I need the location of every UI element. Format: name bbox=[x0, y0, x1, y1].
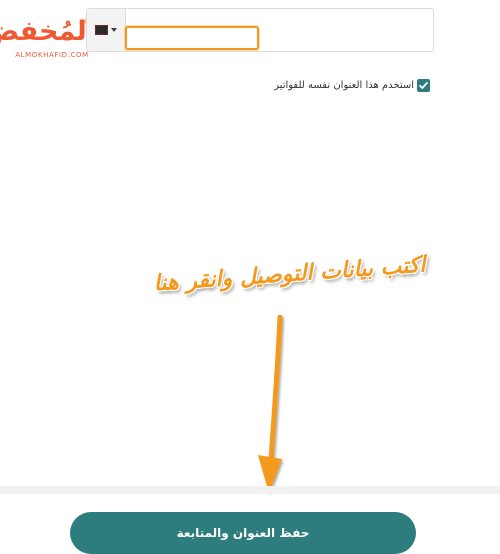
flag-icon bbox=[95, 25, 108, 35]
country-code-select[interactable] bbox=[87, 9, 126, 51]
logo-subtext: ALMOKHAFID.COM bbox=[15, 51, 89, 59]
phone-input[interactable] bbox=[125, 26, 259, 50]
same-billing-address-option[interactable]: استخدم هذا العنوان نفسه للفواتير bbox=[274, 79, 430, 92]
logo-text: المُخفض bbox=[0, 16, 96, 47]
same-billing-label: استخدم هذا العنوان نفسه للفواتير bbox=[274, 80, 414, 91]
arrow-down-icon bbox=[258, 315, 283, 493]
check-icon bbox=[419, 81, 428, 89]
same-billing-checkbox[interactable] bbox=[417, 79, 430, 92]
footer-divider bbox=[0, 486, 500, 494]
brand-logo: المُخفض ALMOKHAFID.COM bbox=[0, 10, 100, 64]
save-and-continue-button[interactable]: حفظ العنوان والمتابعة bbox=[70, 512, 416, 554]
phone-field bbox=[86, 8, 434, 52]
instruction-annotation: اكتب بيانات التوصيل وانقر هنا bbox=[152, 252, 427, 297]
chevron-down-icon bbox=[111, 28, 117, 32]
